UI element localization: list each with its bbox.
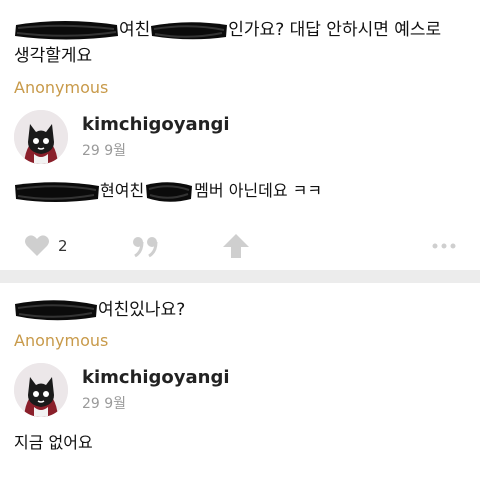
more-dots-icon (432, 243, 456, 249)
redacted-scribble (14, 19, 119, 41)
redacted-scribble (14, 180, 100, 204)
username[interactable]: kimchigoyangi (82, 114, 230, 135)
answer-text: 현여친 멤버 아닌데요 ㅋㅋ (14, 177, 322, 205)
question-text-part: 여친있나요? (98, 300, 186, 320)
answer-text-part: 멤버 아닌데요 ㅋㅋ (194, 181, 323, 200)
up-arrow-icon (223, 234, 249, 258)
question-text-line: 생각할게요 (14, 46, 93, 66)
more-button[interactable] (432, 226, 456, 266)
redacted-scribble (14, 297, 98, 323)
reply-button[interactable] (132, 226, 160, 266)
action-bar: 2 (0, 226, 480, 266)
answer-text: 지금 없어요 (14, 433, 93, 452)
avatar[interactable] (14, 363, 68, 417)
quote-icon (133, 237, 158, 258)
cat-avatar-icon (14, 363, 68, 417)
username[interactable]: kimchigoyangi (82, 367, 230, 388)
like-count: 2 (58, 237, 68, 255)
avatar[interactable] (14, 110, 68, 164)
answer-text-part: 현여친 (100, 181, 145, 200)
heart-icon (25, 235, 49, 256)
card-separator (0, 270, 480, 283)
like-button[interactable]: 2 (24, 226, 68, 266)
answer-card: 여친있나요? Anonymous kimchigoyangi 29 9월 지금 … (0, 283, 480, 482)
answer-card: 여친 인가요? 대답 안하시면 예스로 생각할게요 Anonymous kimc… (0, 0, 480, 270)
answer-date: 29 9월 (82, 143, 127, 159)
question-text: 여친있나요? (14, 297, 185, 323)
question-text: 여친 인가요? 대답 안하시면 예스로 (14, 18, 441, 42)
redacted-scribble (144, 179, 194, 205)
answer-date: 29 9월 (82, 396, 127, 412)
question-text-part: 여친 (119, 20, 151, 40)
asker-name[interactable]: Anonymous (14, 331, 108, 350)
share-button[interactable] (222, 226, 250, 266)
asker-name[interactable]: Anonymous (14, 78, 108, 97)
redacted-scribble (150, 19, 228, 41)
question-text-part: 인가요? 대답 안하시면 예스로 (228, 20, 442, 40)
cat-avatar-icon (14, 110, 68, 164)
